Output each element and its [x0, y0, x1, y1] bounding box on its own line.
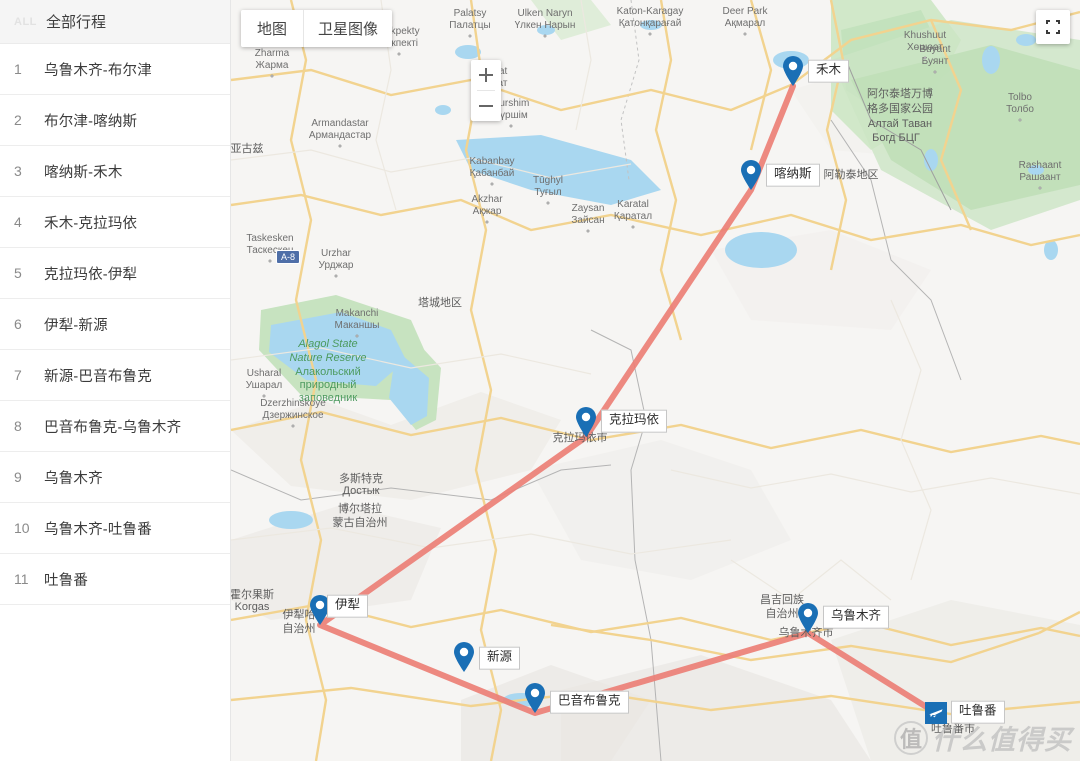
map-place-dot: [933, 70, 937, 74]
trip-index: 9: [14, 469, 22, 485]
trip-list-item[interactable]: 4 禾木-克拉玛依: [0, 197, 230, 248]
zoom-out-button[interactable]: [471, 91, 501, 121]
trip-index: 10: [14, 520, 30, 536]
map-marker-pin[interactable]: [524, 683, 546, 713]
trip-name: 乌鲁木齐-吐鲁番: [44, 521, 152, 538]
map-place-dot: [338, 144, 342, 148]
map-marker-label[interactable]: 喀纳斯: [766, 163, 820, 187]
trip-name: 巴音布鲁克-乌鲁木齐: [44, 419, 182, 436]
map-pin-icon: [576, 407, 596, 437]
map-pin-icon: [741, 160, 761, 190]
map-viewport[interactable]: Palatsy Палатцы Ulken Naryn Үлкен Нарын Kato…: [231, 0, 1080, 761]
map-marker-label[interactable]: 巴音布鲁克: [550, 690, 629, 714]
map-marker-pin[interactable]: [575, 407, 597, 437]
map-place-dot: [268, 259, 272, 263]
trip-name: 克拉玛依-伊犁: [44, 266, 138, 283]
trip-list-item[interactable]: 10 乌鲁木齐-吐鲁番: [0, 503, 230, 554]
map-place-dot: [270, 74, 274, 78]
trip-list-item[interactable]: 1 乌鲁木齐-布尔津: [0, 44, 230, 95]
map-place-dot: [543, 34, 547, 38]
trip-sidebar: ALL 全部行程 1 乌鲁木齐-布尔津 2 布尔津-喀纳斯 3 喀纳斯-禾木 4 禾木-克拉玛…: [0, 0, 231, 761]
plus-icon-vertical: [485, 68, 487, 82]
trip-name: 布尔津-喀纳斯: [44, 113, 138, 130]
map-type-switcher[interactable]: 地图 卫星图像: [241, 10, 393, 47]
fullscreen-icon: [1046, 20, 1060, 34]
map-marker-pin[interactable]: [453, 642, 475, 672]
trip-list-item[interactable]: 9 乌鲁木齐: [0, 452, 230, 503]
map-pin-icon: [798, 603, 818, 633]
map-base-layer: [231, 0, 1080, 761]
map-place-dot: [468, 34, 472, 38]
airplane-icon: [929, 709, 943, 718]
trip-list-item[interactable]: 8 巴音布鲁克-乌鲁木齐: [0, 401, 230, 452]
map-marker-pin[interactable]: [782, 56, 804, 86]
road-shield-a8: A-8: [275, 250, 301, 264]
map-type-map-button[interactable]: 地图: [241, 10, 303, 47]
map-place-dot: [509, 124, 513, 128]
trip-list-item[interactable]: 5 克拉玛依-伊犁: [0, 248, 230, 299]
trip-list-item[interactable]: 2 布尔津-喀纳斯: [0, 95, 230, 146]
map-marker-label[interactable]: 克拉玛依: [601, 409, 668, 433]
trip-list: 1 乌鲁木齐-布尔津 2 布尔津-喀纳斯 3 喀纳斯-禾木 4 禾木-克拉玛依 5 克拉玛依-伊犁…: [0, 44, 230, 605]
trip-list-item[interactable]: 7 新源-巴音布鲁克: [0, 350, 230, 401]
map-place-dot: [631, 225, 635, 229]
trip-index: 4: [14, 214, 22, 230]
trip-index: 6: [14, 316, 22, 332]
map-marker-label[interactable]: 新源: [479, 646, 521, 670]
trip-name: 禾木-克拉玛依: [44, 215, 138, 232]
sidebar-header: ALL 全部行程: [0, 0, 230, 44]
map-marker-airport[interactable]: [925, 702, 947, 724]
map-marker-label[interactable]: 乌鲁木齐: [823, 605, 890, 629]
page-title: 全部行程: [46, 14, 107, 31]
trip-list-item[interactable]: 3 喀纳斯-禾木: [0, 146, 230, 197]
map-place-dot: [648, 32, 652, 36]
trip-index: 3: [14, 163, 22, 179]
trip-index: 7: [14, 367, 22, 383]
trip-index: 1: [14, 61, 22, 77]
map-marker-pin[interactable]: [740, 160, 762, 190]
map-marker-label[interactable]: 吐鲁番: [951, 700, 1005, 724]
trip-name: 乌鲁木齐-布尔津: [44, 62, 152, 79]
map-place-dot: [743, 32, 747, 36]
map-place-dot: [334, 274, 338, 278]
map-place-dot: [923, 56, 927, 60]
map-place-dot: [485, 220, 489, 224]
map-pin-icon: [525, 683, 545, 713]
map-type-satellite-button[interactable]: 卫星图像: [303, 10, 393, 47]
road-shield-label: A-8: [280, 252, 296, 262]
map-place-dot: [546, 201, 550, 205]
map-marker-pin[interactable]: [797, 603, 819, 633]
trip-map-page: ALL 全部行程 1 乌鲁木齐-布尔津 2 布尔津-喀纳斯 3 喀纳斯-禾木 4 禾木-克拉玛…: [0, 0, 1080, 761]
trip-list-item[interactable]: 6 伊犁-新源: [0, 299, 230, 350]
fullscreen-button[interactable]: [1036, 10, 1070, 44]
trip-name: 伊犁-新源: [44, 317, 108, 334]
zoom-in-button[interactable]: [471, 60, 501, 90]
map-place-dot: [355, 334, 359, 338]
map-place-dot: [586, 229, 590, 233]
map-place-dot: [397, 52, 401, 56]
map-place-dot: [1018, 118, 1022, 122]
trip-index: 8: [14, 418, 22, 434]
trip-index: 11: [14, 571, 29, 587]
trip-list-item[interactable]: 11 吐鲁番: [0, 554, 230, 605]
map-place-dot: [1038, 186, 1042, 190]
map-place-dot: [262, 394, 266, 398]
zoom-controls[interactable]: [471, 60, 501, 121]
map-pin-icon: [783, 56, 803, 86]
map-marker-label[interactable]: 伊犁: [327, 594, 369, 618]
map-place-dot: [291, 424, 295, 428]
map-marker-label[interactable]: 禾木: [808, 59, 850, 83]
trip-index: 5: [14, 265, 22, 281]
trip-name: 吐鲁番: [44, 572, 89, 589]
minus-icon: [479, 105, 493, 107]
all-tag-label: ALL: [14, 15, 37, 28]
trip-name: 喀纳斯-禾木: [44, 164, 123, 181]
trip-name: 乌鲁木齐: [44, 470, 103, 487]
map-place-dot: [490, 182, 494, 186]
map-pin-icon: [454, 642, 474, 672]
trip-index: 2: [14, 112, 22, 128]
trip-name: 新源-巴音布鲁克: [44, 368, 152, 385]
